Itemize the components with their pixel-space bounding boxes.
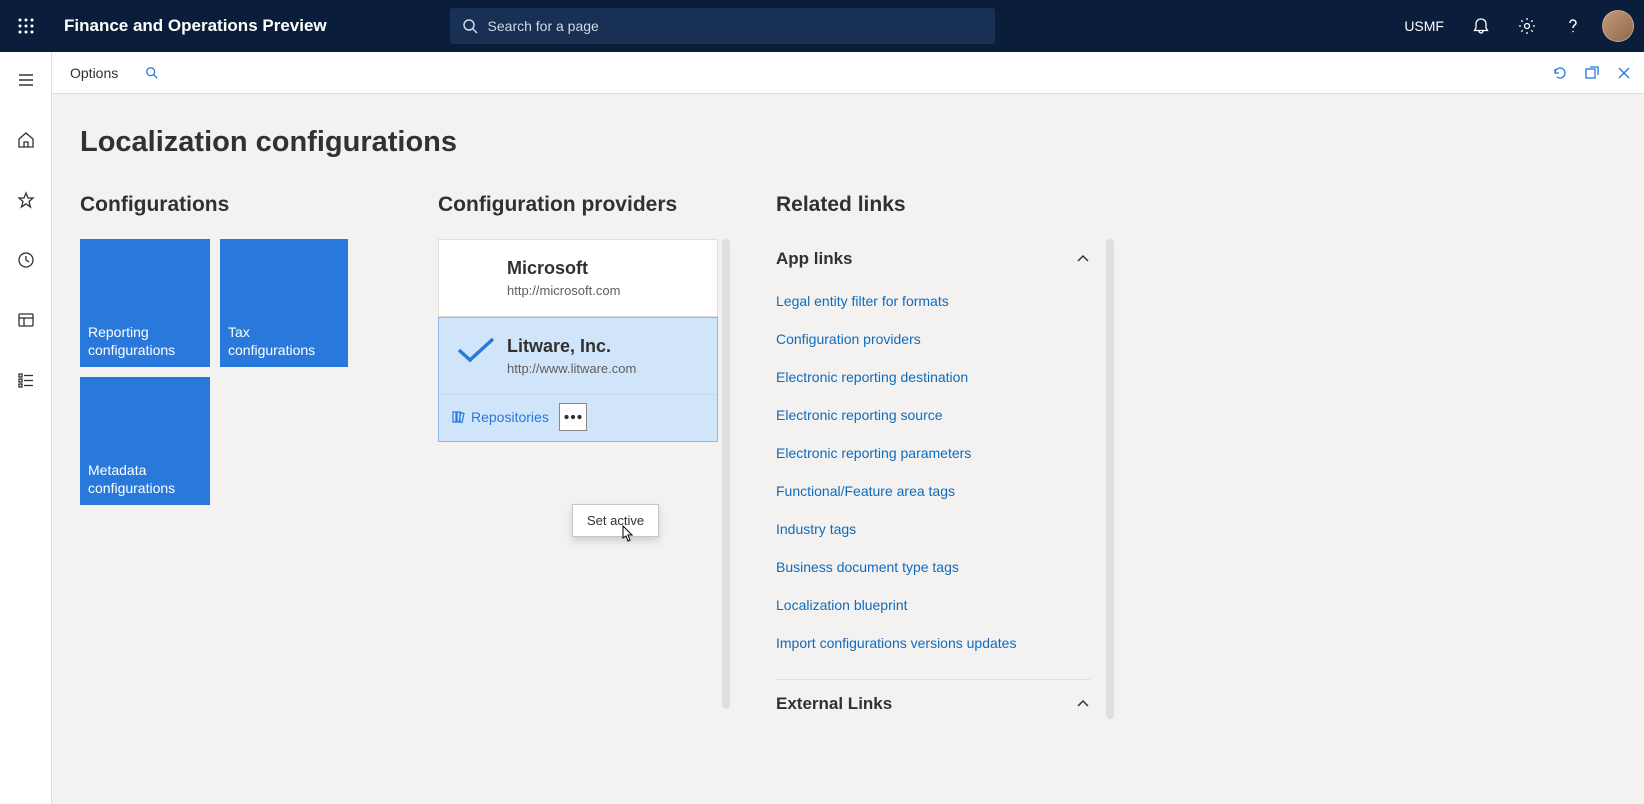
- external-links-section-toggle[interactable]: External Links: [776, 684, 1090, 724]
- hamburger-icon: [17, 71, 35, 89]
- legal-entity-picker[interactable]: USMF: [1390, 18, 1458, 34]
- link-configuration-providers[interactable]: Configuration providers: [776, 331, 1090, 347]
- provider-name: Microsoft: [507, 258, 699, 279]
- refresh-icon: [1552, 65, 1568, 81]
- related-links-scrollbar[interactable]: [1106, 239, 1114, 719]
- more-actions-button[interactable]: [559, 403, 587, 431]
- link-document-type-tags[interactable]: Business document type tags: [776, 559, 1090, 575]
- modules-icon: [17, 371, 35, 389]
- configurations-heading: Configurations: [80, 193, 380, 217]
- tile-metadata-configurations[interactable]: Metadata configurations: [80, 377, 210, 505]
- home-icon: [17, 131, 35, 149]
- user-avatar[interactable]: [1602, 10, 1634, 42]
- bell-icon: [1472, 17, 1490, 35]
- app-launcher-button[interactable]: [0, 0, 52, 52]
- related-links-heading: Related links: [776, 193, 1090, 217]
- popout-icon: [1584, 65, 1600, 81]
- clock-icon: [17, 251, 35, 269]
- cursor-pointer-icon: [618, 524, 636, 551]
- global-search[interactable]: [450, 8, 995, 44]
- repositories-link[interactable]: Repositories: [451, 409, 549, 425]
- close-button[interactable]: [1616, 65, 1632, 81]
- set-active-menu-item[interactable]: Set active: [572, 504, 659, 537]
- tile-reporting-configurations[interactable]: Reporting configurations: [80, 239, 210, 367]
- nav-workspaces[interactable]: [0, 302, 52, 338]
- nav-modules[interactable]: [0, 362, 52, 398]
- workspace-icon: [17, 311, 35, 329]
- chevron-up-icon: [1076, 697, 1090, 711]
- nav-hamburger[interactable]: [0, 62, 52, 98]
- app-title: Finance and Operations Preview: [52, 16, 327, 36]
- link-import-configurations[interactable]: Import configurations versions updates: [776, 635, 1090, 651]
- section-divider: [776, 679, 1090, 680]
- nav-favorites[interactable]: [0, 182, 52, 218]
- close-icon: [1616, 65, 1632, 81]
- popout-button[interactable]: [1584, 65, 1600, 81]
- help-button[interactable]: [1550, 0, 1596, 52]
- link-er-source[interactable]: Electronic reporting source: [776, 407, 1090, 423]
- tile-label: Tax configurations: [228, 323, 340, 359]
- provider-card-microsoft[interactable]: Microsoft http://microsoft.com: [438, 239, 718, 317]
- repo-icon: [451, 410, 465, 424]
- help-icon: [1564, 17, 1582, 35]
- nav-recent[interactable]: [0, 242, 52, 278]
- app-links-section-toggle[interactable]: App links: [776, 239, 1090, 279]
- tile-tax-configurations[interactable]: Tax configurations: [220, 239, 348, 367]
- link-legal-entity-filter[interactable]: Legal entity filter for formats: [776, 293, 1090, 309]
- star-icon: [17, 191, 35, 209]
- search-icon: [462, 18, 478, 34]
- page-title: Localization configurations: [80, 126, 1616, 159]
- link-industry-tags[interactable]: Industry tags: [776, 521, 1090, 537]
- provider-url: http://www.litware.com: [507, 361, 699, 376]
- tile-label: Reporting configurations: [88, 323, 202, 359]
- providers-heading: Configuration providers: [438, 193, 718, 217]
- providers-scrollbar[interactable]: [722, 239, 730, 709]
- gear-icon: [1518, 17, 1536, 35]
- repositories-label: Repositories: [471, 409, 549, 425]
- options-menu[interactable]: Options: [64, 65, 124, 81]
- link-localization-blueprint[interactable]: Localization blueprint: [776, 597, 1090, 613]
- link-er-destination[interactable]: Electronic reporting destination: [776, 369, 1090, 385]
- provider-url: http://microsoft.com: [507, 283, 699, 298]
- provider-card-litware[interactable]: Litware, Inc. http://www.litware.com Rep…: [438, 317, 718, 442]
- app-links-title: App links: [776, 249, 853, 269]
- ellipsis-icon: [560, 404, 586, 430]
- chevron-up-icon: [1076, 252, 1090, 266]
- settings-button[interactable]: [1504, 0, 1550, 52]
- link-er-parameters[interactable]: Electronic reporting parameters: [776, 445, 1090, 461]
- refresh-button[interactable]: [1552, 65, 1568, 81]
- checkmark-icon: [455, 334, 497, 371]
- nav-home[interactable]: [0, 122, 52, 158]
- provider-name: Litware, Inc.: [507, 336, 699, 357]
- search-icon: [145, 66, 159, 80]
- action-search-button[interactable]: [134, 66, 170, 80]
- link-feature-area-tags[interactable]: Functional/Feature area tags: [776, 483, 1090, 499]
- external-links-title: External Links: [776, 694, 892, 714]
- notifications-button[interactable]: [1458, 0, 1504, 52]
- tile-label: Metadata configurations: [88, 461, 202, 497]
- search-input[interactable]: [488, 18, 983, 34]
